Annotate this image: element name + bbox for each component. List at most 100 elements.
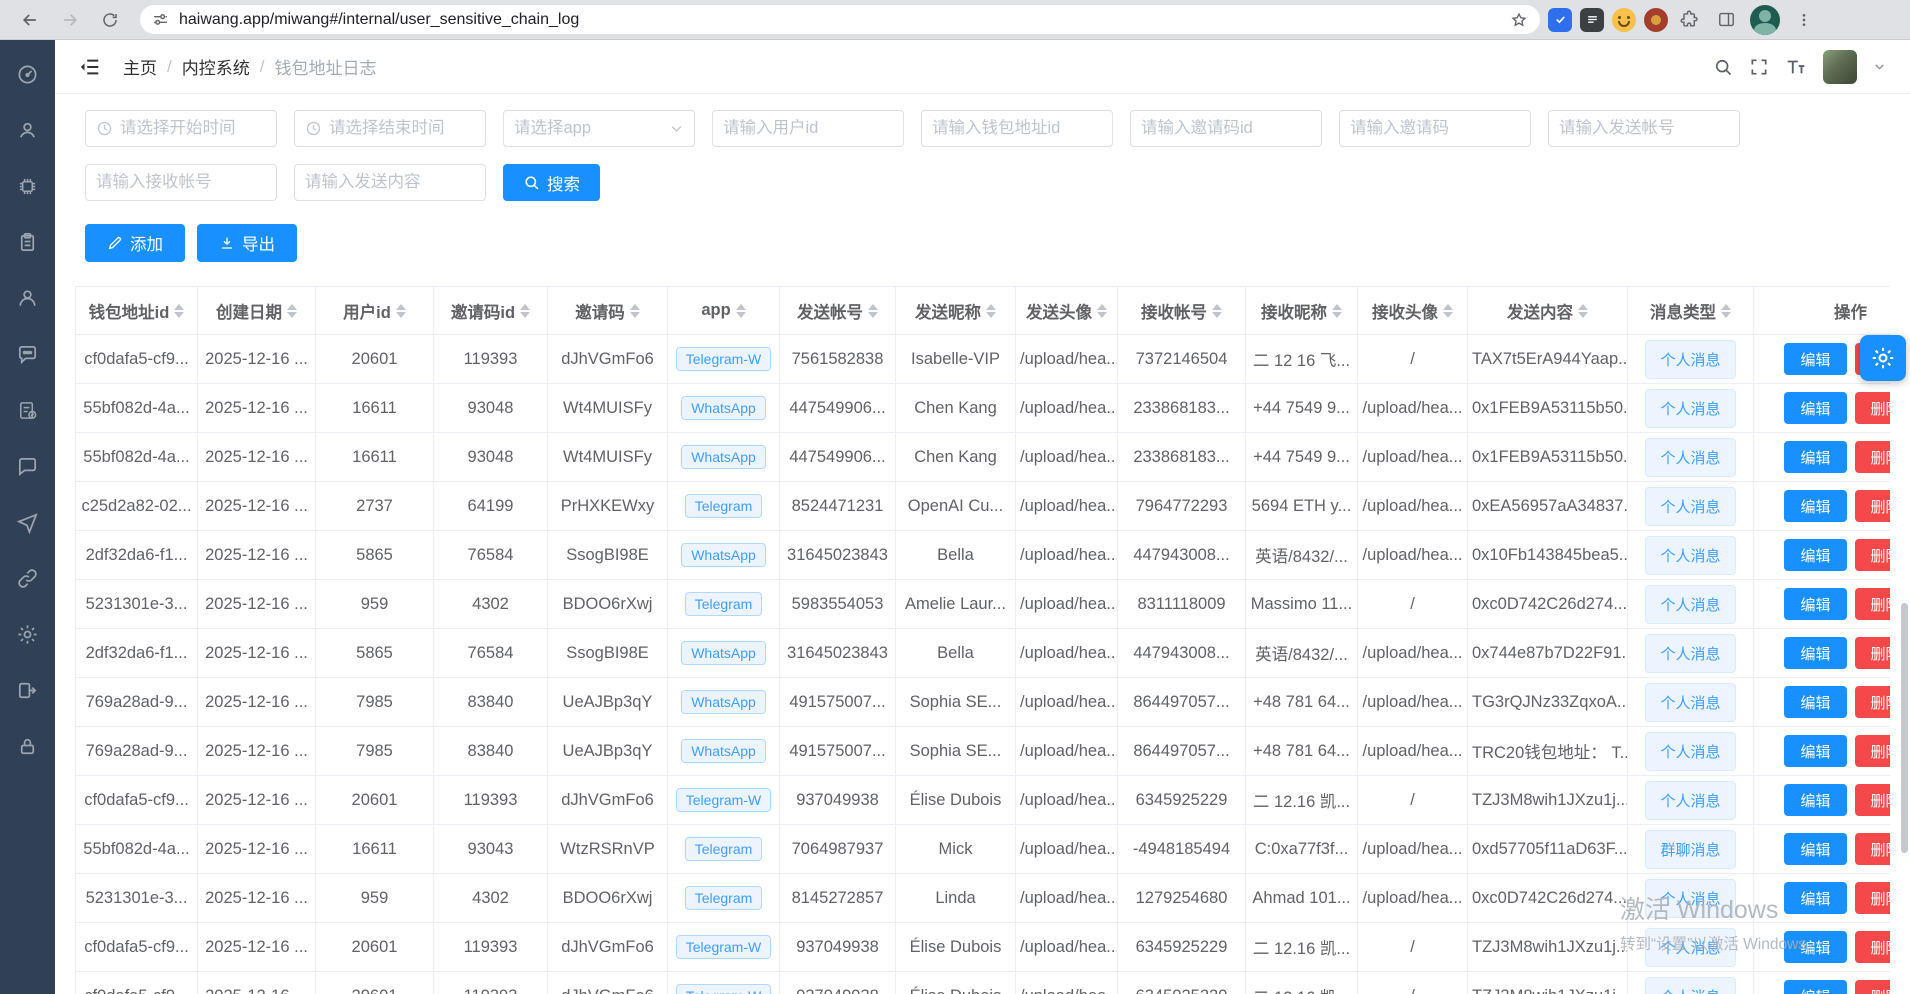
input[interactable] [120,119,266,138]
edit-button[interactable]: 编辑 [1784,539,1846,571]
bookmark-star-icon[interactable] [1510,11,1528,29]
sort-carets-icon[interactable] [1332,304,1342,318]
delete-button[interactable]: 删除 [1855,539,1891,571]
edit-button[interactable]: 编辑 [1784,343,1846,375]
delete-button[interactable]: 删除 [1855,490,1891,522]
chrome-menu-icon[interactable] [1788,4,1820,36]
sort-carets-icon[interactable] [1578,304,1588,318]
delete-button[interactable]: 删除 [1855,392,1891,424]
filter-input[interactable] [712,110,904,147]
delete-button[interactable]: 删除 [1855,833,1891,865]
input[interactable] [514,119,665,138]
delete-button[interactable]: 删除 [1855,980,1891,994]
sort-carets-icon[interactable] [1721,304,1731,318]
breadcrumb-internal[interactable]: 内控系统 [182,54,250,79]
add-button[interactable]: 添加 [85,224,185,262]
filter-input[interactable] [1339,110,1531,147]
collapse-menu-icon[interactable] [79,56,101,78]
extension-icon-dark[interactable] [1580,8,1604,32]
sidebar-item-dashboard[interactable] [0,46,55,102]
edit-button[interactable]: 编辑 [1784,980,1846,994]
chevron-down-icon[interactable] [1873,60,1886,73]
delete-button[interactable]: 删除 [1855,735,1891,767]
delete-button[interactable]: 删除 [1855,784,1891,816]
delete-button[interactable]: 删除 [1855,882,1891,914]
input[interactable] [932,119,1102,138]
column-header[interactable]: 接收昵称 [1246,287,1358,335]
filter-input[interactable] [1548,110,1740,147]
column-header[interactable]: 发送内容 [1468,287,1628,335]
scrollbar-thumb[interactable] [1901,603,1908,853]
sidebar-item-clipboard[interactable] [0,214,55,270]
filter-input[interactable] [294,164,486,201]
column-header[interactable]: 接收帐号 [1118,287,1246,335]
filter-input[interactable] [1130,110,1322,147]
sort-carets-icon[interactable] [1097,304,1107,318]
extension-icon-red[interactable] [1644,8,1668,32]
edit-button[interactable]: 编辑 [1784,588,1846,620]
edit-button[interactable]: 编辑 [1784,735,1846,767]
search-button[interactable]: 搜索 [503,164,600,201]
edit-button[interactable]: 编辑 [1784,931,1846,963]
delete-button[interactable]: 删除 [1855,931,1891,963]
delete-button[interactable]: 删除 [1855,588,1891,620]
column-header[interactable]: 发送昵称 [896,287,1016,335]
sidebar-item-cpu[interactable] [0,158,55,214]
sidebar-item-link[interactable] [0,550,55,606]
sidebar-item-chat[interactable] [0,438,55,494]
date-picker[interactable] [294,110,486,147]
sort-carets-icon[interactable] [986,304,996,318]
sort-carets-icon[interactable] [736,304,746,318]
edit-button[interactable]: 编辑 [1784,686,1846,718]
edit-button[interactable]: 编辑 [1784,784,1846,816]
column-header[interactable]: 消息类型 [1628,287,1754,335]
sort-carets-icon[interactable] [1443,304,1453,318]
input[interactable] [1141,119,1311,138]
extension-icon-blue[interactable] [1548,8,1572,32]
export-button[interactable]: 导出 [197,224,297,262]
user-avatar[interactable] [1823,50,1857,84]
edit-button[interactable]: 编辑 [1784,833,1846,865]
forward-icon[interactable] [54,4,86,36]
input[interactable] [1350,119,1520,138]
delete-button[interactable]: 删除 [1855,686,1891,718]
column-header[interactable]: 发送头像 [1016,287,1118,335]
side-panel-icon[interactable] [1710,4,1742,36]
sort-carets-icon[interactable] [630,304,640,318]
fullscreen-icon[interactable] [1749,57,1769,77]
breadcrumb-home[interactable]: 主页 [123,54,157,79]
input[interactable] [329,119,475,138]
sort-carets-icon[interactable] [520,304,530,318]
column-header[interactable]: 邀请码 [548,287,668,335]
sidebar-item-lock[interactable] [0,718,55,774]
column-header[interactable]: 邀请码id [434,287,548,335]
filter-input[interactable] [85,164,277,201]
sort-carets-icon[interactable] [396,304,406,318]
sort-carets-icon[interactable] [174,304,184,318]
sidebar-item-logout[interactable] [0,662,55,718]
back-icon[interactable] [14,4,46,36]
sort-carets-icon[interactable] [287,304,297,318]
edit-button[interactable]: 编辑 [1784,490,1846,522]
column-header[interactable]: 发送帐号 [780,287,896,335]
edit-button[interactable]: 编辑 [1784,882,1846,914]
profile-avatar[interactable] [1750,5,1780,35]
edit-button[interactable]: 编辑 [1784,392,1846,424]
sort-carets-icon[interactable] [1212,304,1222,318]
column-header[interactable]: 接收头像 [1358,287,1468,335]
reload-icon[interactable] [94,4,126,36]
column-header[interactable]: app [668,287,780,335]
input[interactable] [305,173,475,192]
extension-icon-smiley[interactable] [1612,8,1636,32]
input[interactable] [723,119,893,138]
column-header[interactable]: 创建日期 [198,287,316,335]
filter-input[interactable] [921,110,1113,147]
date-picker[interactable] [85,110,277,147]
input[interactable] [96,173,266,192]
sidebar-item-customer[interactable] [0,270,55,326]
sidebar-item-gear[interactable] [0,606,55,662]
delete-button[interactable]: 删除 [1855,637,1891,669]
edit-button[interactable]: 编辑 [1784,637,1846,669]
font-size-icon[interactable] [1785,56,1807,78]
sidebar-item-user[interactable] [0,102,55,158]
